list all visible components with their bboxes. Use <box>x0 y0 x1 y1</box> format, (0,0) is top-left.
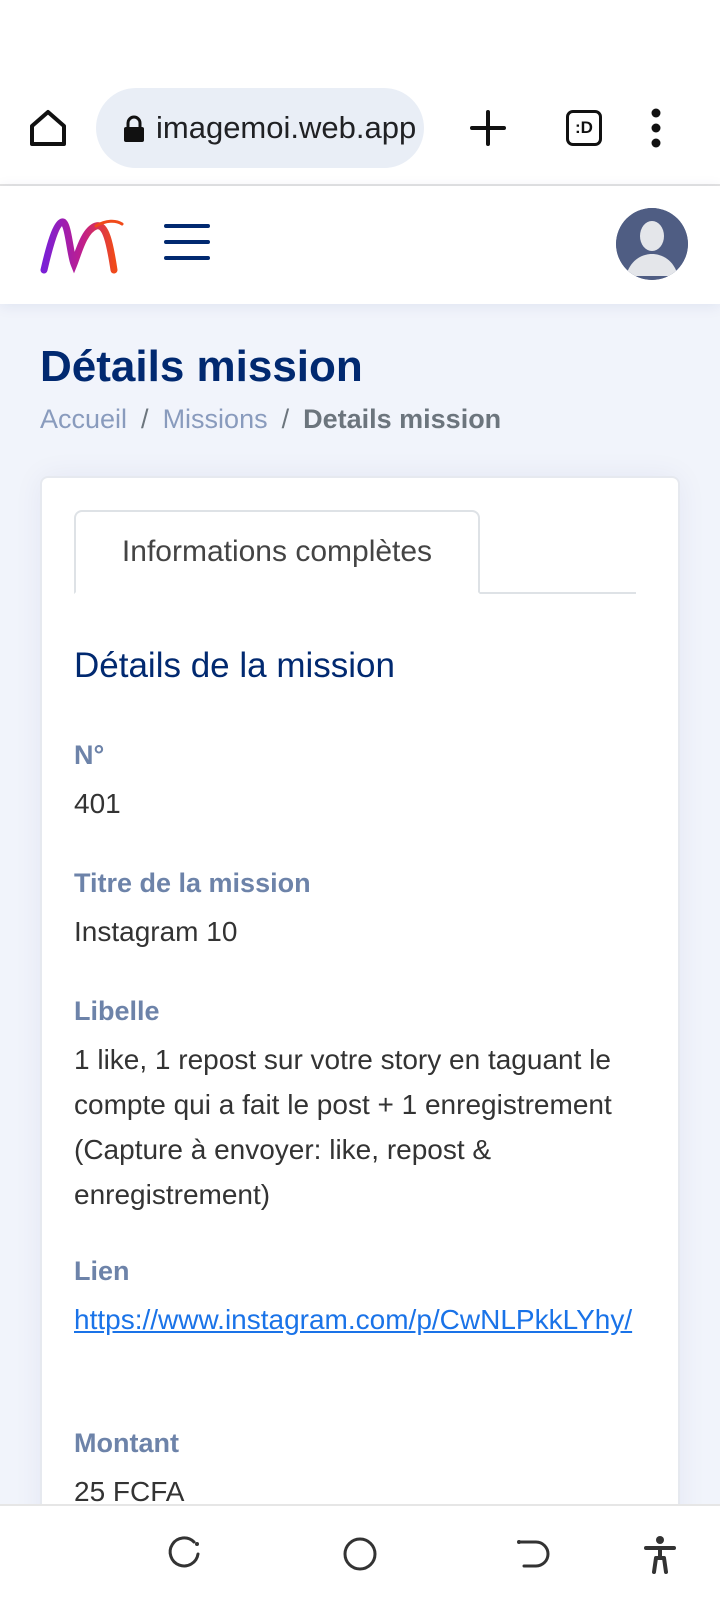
hamburger-icon[interactable] <box>164 222 210 262</box>
page-title: Détails mission <box>40 342 363 391</box>
mission-link[interactable]: https://www.instagram.com/p/CwNLPkkLYhy/ <box>74 1297 654 1342</box>
field-libelle: Libelle 1 like, 1 repost sur votre story… <box>74 994 654 1217</box>
field-value: 401 <box>74 788 121 819</box>
address-bar[interactable]: imagemoi.web.app <box>96 88 424 168</box>
breadcrumb-separator: / <box>281 404 290 434</box>
new-tab-icon[interactable] <box>466 106 510 150</box>
accessibility-icon[interactable] <box>640 1534 680 1574</box>
field-value: Instagram 10 <box>74 916 238 947</box>
home-circle-icon[interactable] <box>340 1534 380 1574</box>
field-mission-title: Titre de la mission Instagram 10 <box>74 866 654 954</box>
breadcrumb-current: Details mission <box>303 404 502 434</box>
section-title: Détails de la mission <box>74 646 395 685</box>
breadcrumb-separator: / <box>141 404 149 434</box>
field-amount: Montant 25 FCFA <box>74 1426 654 1514</box>
field-label: N° <box>74 740 105 770</box>
user-icon <box>616 208 688 280</box>
field-label: Titre de la mission <box>74 868 311 898</box>
browser-toolbar: imagemoi.web.app :D <box>0 0 720 186</box>
url-text[interactable]: imagemoi.web.app <box>156 88 424 168</box>
field-link: Lien https://www.instagram.com/p/CwNLPkk… <box>74 1254 654 1342</box>
breadcrumb: Accueil / Missions / Details mission <box>40 404 501 435</box>
breadcrumb-home[interactable]: Accueil <box>40 404 127 434</box>
avatar[interactable] <box>616 208 688 280</box>
field-value: 1 like, 1 repost sur votre story en tagu… <box>74 1044 612 1210</box>
home-icon[interactable] <box>24 104 72 152</box>
main-content: Détails mission Accueil / Missions / Details… <box>0 304 720 1576</box>
tab-switcher-button[interactable]: :D <box>566 110 602 146</box>
logo-icon[interactable] <box>40 214 124 276</box>
field-label: Libelle <box>74 996 160 1026</box>
field-label: Montant <box>74 1428 179 1458</box>
more-vert-icon[interactable] <box>646 106 666 150</box>
app-header <box>0 186 720 304</box>
field-label: Lien <box>74 1256 130 1286</box>
field-number: N° 401 <box>74 738 654 826</box>
breadcrumb-missions[interactable]: Missions <box>163 404 268 434</box>
recents-icon[interactable] <box>164 1534 204 1574</box>
tab-informations-completes[interactable]: Informations complètes <box>74 510 480 594</box>
back-icon[interactable] <box>512 1534 552 1574</box>
lock-icon <box>124 115 144 142</box>
screen: imagemoi.web.app :D Détails mission Accu… <box>0 0 720 1600</box>
mission-card: Informations complètes Détails de la mis… <box>40 476 680 1576</box>
system-nav-bar <box>0 1504 720 1600</box>
